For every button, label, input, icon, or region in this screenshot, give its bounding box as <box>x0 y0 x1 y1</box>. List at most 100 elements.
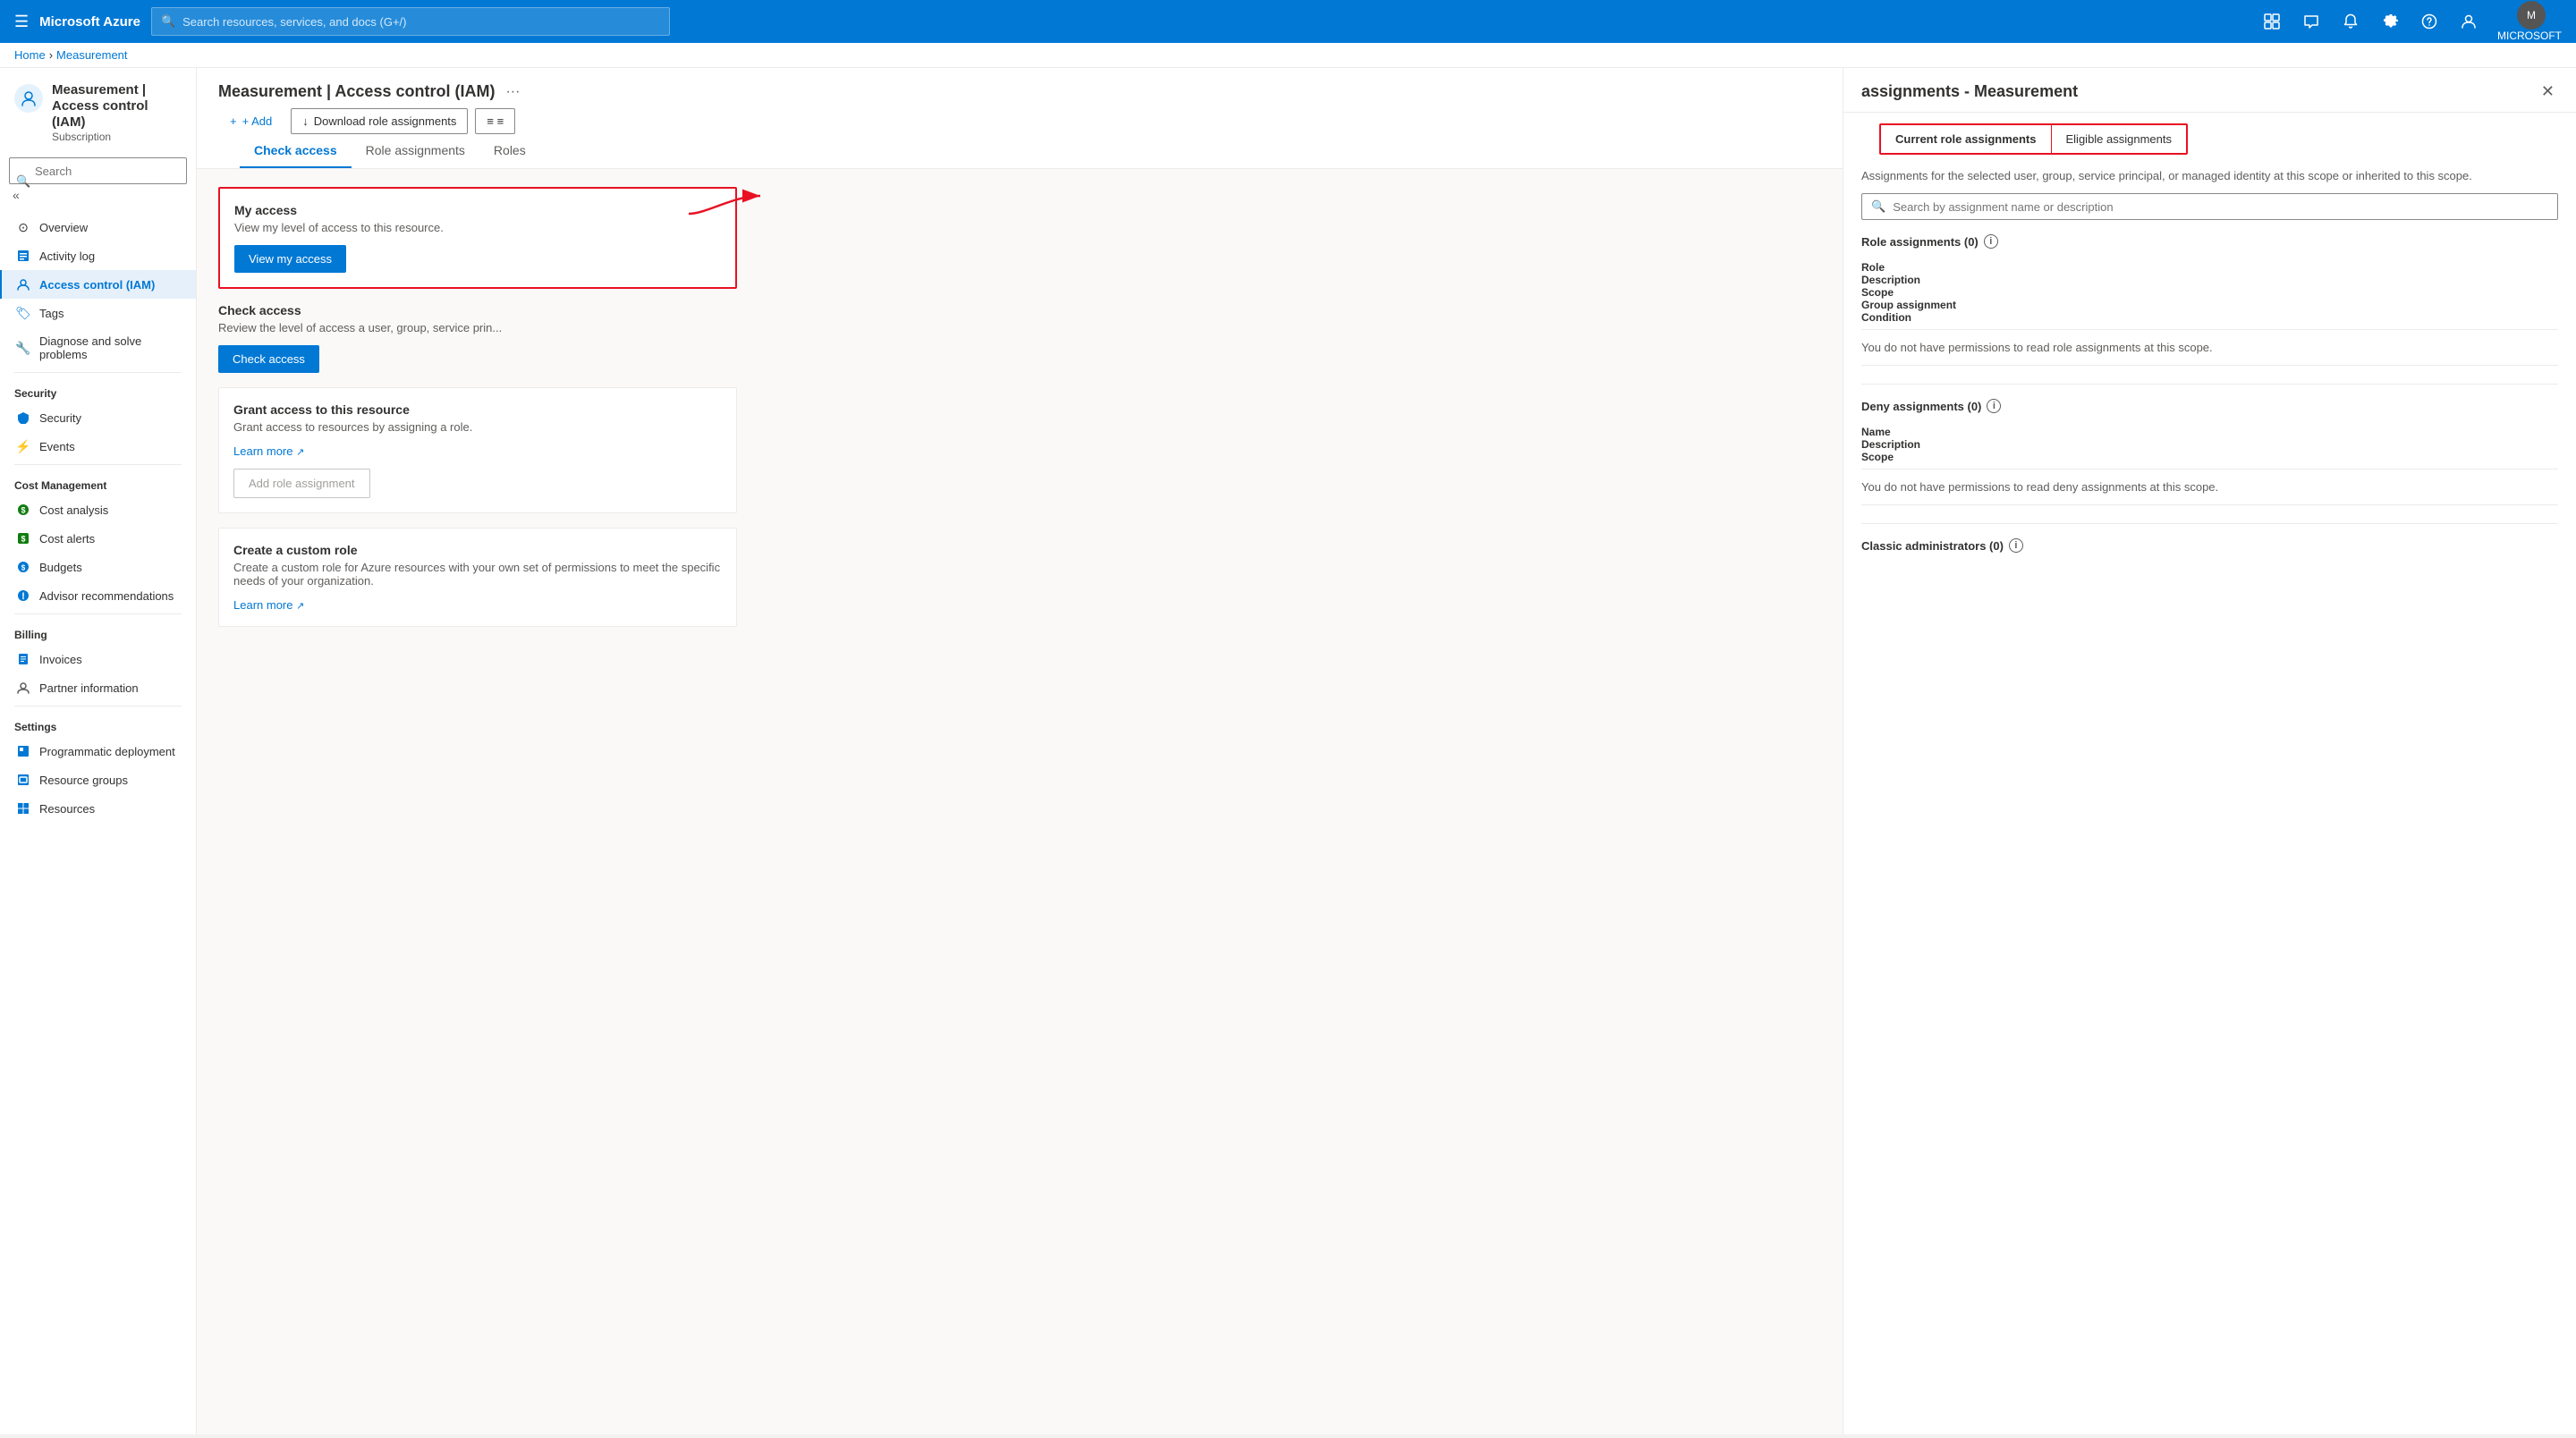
section-label-settings: Settings <box>0 710 196 737</box>
col-deny-scope: Scope <box>1861 451 2558 463</box>
col-role: Role <box>1861 261 2558 274</box>
sidebar-item-label: Invoices <box>39 653 82 666</box>
deny-assignments-section: Deny assignments (0) i Name Description … <box>1861 399 2558 505</box>
sidebar-item-security[interactable]: Security <box>0 403 196 432</box>
sidebar-item-overview[interactable]: ⊙ Overview <box>0 213 196 241</box>
classic-admins-info-icon[interactable]: i <box>2009 538 2023 553</box>
sidebar-header: Measurement | Access control (IAM) Subsc… <box>0 68 196 150</box>
sidebar-item-events[interactable]: ⚡ Events <box>0 432 196 461</box>
events-icon: ⚡ <box>16 439 30 453</box>
page-header: Measurement | Access control (IAM) ··· +… <box>197 68 1843 169</box>
sidebar-item-resource-groups[interactable]: Resource groups <box>0 766 196 794</box>
tab-bar: Check access Role assignments Roles <box>218 134 1821 168</box>
sidebar-item-label: Advisor recommendations <box>39 589 174 603</box>
grant-learn-more-link[interactable]: Learn more <box>233 444 292 458</box>
divider-3 <box>14 613 182 614</box>
sidebar: Measurement | Access control (IAM) Subsc… <box>0 68 197 1434</box>
panel-description: Assignments for the selected user, group… <box>1861 169 2558 182</box>
role-assignments-info-icon[interactable]: i <box>1984 234 1998 249</box>
sidebar-item-tags[interactable]: 🏷 Tags <box>0 299 196 327</box>
cost-alerts-icon: $ <box>16 531 30 546</box>
profile-icon[interactable] <box>2451 4 2487 39</box>
deny-assignments-label: Deny assignments (0) <box>1861 400 1981 413</box>
more-toolbar-button[interactable]: ≡ ≡ <box>475 108 515 134</box>
custom-role-learn-more-link[interactable]: Learn more <box>233 598 292 612</box>
tab-roles[interactable]: Roles <box>479 134 540 168</box>
tags-icon: 🏷 <box>16 306 30 320</box>
portal-icon[interactable] <box>2254 4 2290 39</box>
right-tab-current[interactable]: Current role assignments <box>1881 125 2051 153</box>
classic-admins-header: Classic administrators (0) i <box>1861 538 2558 553</box>
user-label: MICROSOFT <box>2497 30 2562 42</box>
panel-search-container: 🔍 <box>1861 193 2558 220</box>
invoices-icon <box>16 652 30 666</box>
section-label-cost: Cost Management <box>0 469 196 495</box>
azure-logo: Microsoft Azure <box>39 14 140 30</box>
panel-search-input[interactable] <box>1893 200 2548 214</box>
resources-icon <box>16 801 30 816</box>
role-assignments-section: Role assignments (0) i Role Description … <box>1861 234 2558 366</box>
top-nav-icons: M MICROSOFT <box>2254 1 2562 42</box>
deny-assignments-empty-message: You do not have permissions to read deny… <box>1861 469 2558 505</box>
right-panel: assignments - Measurement ✕ Current role… <box>1843 68 2576 1434</box>
sidebar-item-cost-alerts[interactable]: $ Cost alerts <box>0 524 196 553</box>
page-toolbar: + + Add ↓ Download role assignments ≡ ≡ <box>218 101 1821 134</box>
more-options-icon[interactable]: ··· <box>505 84 520 100</box>
role-assignments-header: Role assignments (0) i <box>1861 234 2558 249</box>
right-panel-body: Assignments for the selected user, group… <box>1843 155 2576 1434</box>
sidebar-item-iam[interactable]: Access control (IAM) <box>0 270 196 299</box>
col-description: Description <box>1861 274 2558 286</box>
close-panel-button[interactable]: ✕ <box>2538 82 2558 101</box>
tab-check-access[interactable]: Check access <box>240 134 352 168</box>
add-button[interactable]: + + Add <box>218 108 284 134</box>
download-button[interactable]: ↓ Download role assignments <box>291 108 468 134</box>
sidebar-item-diagnose[interactable]: 🔧 Diagnose and solve problems <box>0 327 196 368</box>
sidebar-item-programmatic[interactable]: Programmatic deployment <box>0 737 196 766</box>
sidebar-item-advisor[interactable]: Advisor recommendations <box>0 581 196 610</box>
settings-icon[interactable] <box>2372 4 2408 39</box>
sidebar-item-activity-log[interactable]: Activity log <box>0 241 196 270</box>
page-title: Measurement | Access control (IAM) <box>218 82 495 101</box>
view-my-access-button[interactable]: View my access <box>234 245 346 273</box>
avatar: M <box>2517 1 2546 30</box>
sidebar-item-invoices[interactable]: Invoices <box>0 645 196 673</box>
right-tab-eligible[interactable]: Eligible assignments <box>2052 125 2187 153</box>
sidebar-item-resources[interactable]: Resources <box>0 794 196 823</box>
sidebar-item-partner[interactable]: Partner information <box>0 673 196 702</box>
user-account[interactable]: M MICROSOFT <box>2497 1 2562 42</box>
tab-role-assignments[interactable]: Role assignments <box>352 134 479 168</box>
partner-icon <box>16 681 30 695</box>
download-icon: ↓ <box>302 114 309 128</box>
sidebar-item-label: Security <box>39 411 81 425</box>
hamburger-icon[interactable]: ☰ <box>14 13 29 31</box>
sidebar-item-label: Cost analysis <box>39 503 108 517</box>
divider-2 <box>14 464 182 465</box>
sidebar-item-label: Partner information <box>39 681 139 695</box>
breadcrumb-home[interactable]: Home <box>14 48 46 62</box>
sidebar-item-cost-analysis[interactable]: $ Cost analysis <box>0 495 196 524</box>
notifications-icon[interactable] <box>2333 4 2368 39</box>
role-assignments-label: Role assignments (0) <box>1861 235 1979 249</box>
top-nav: ☰ Microsoft Azure 🔍 Search resources, se… <box>0 0 2576 43</box>
grant-access-card: Grant access to this resource Grant acce… <box>218 387 737 513</box>
resource-groups-icon <box>16 773 30 787</box>
sidebar-item-label: Resource groups <box>39 774 128 787</box>
add-icon: + <box>230 114 237 128</box>
breadcrumb-sep: › <box>49 48 53 62</box>
breadcrumb: Home › Measurement <box>0 43 2576 68</box>
create-custom-role-card: Create a custom role Create a custom rol… <box>218 528 737 627</box>
global-search[interactable]: 🔍 Search resources, services, and docs (… <box>151 7 670 36</box>
sidebar-item-label: Resources <box>39 802 95 816</box>
add-role-assignment-button[interactable]: Add role assignment <box>233 469 370 498</box>
help-icon[interactable] <box>2411 4 2447 39</box>
sidebar-item-budgets[interactable]: $ Budgets <box>0 553 196 581</box>
feedback-icon[interactable] <box>2293 4 2329 39</box>
my-access-title: My access <box>234 203 721 217</box>
sidebar-item-label: Cost alerts <box>39 532 95 546</box>
breadcrumb-current[interactable]: Measurement <box>56 48 127 62</box>
tab-content: My access View my level of access to thi… <box>197 169 1843 659</box>
sidebar-search-input[interactable] <box>9 157 187 184</box>
deny-assignments-info-icon[interactable]: i <box>1987 399 2001 413</box>
panel-search-icon: 🔍 <box>1871 199 1885 214</box>
check-access-button[interactable]: Check access <box>218 345 319 373</box>
